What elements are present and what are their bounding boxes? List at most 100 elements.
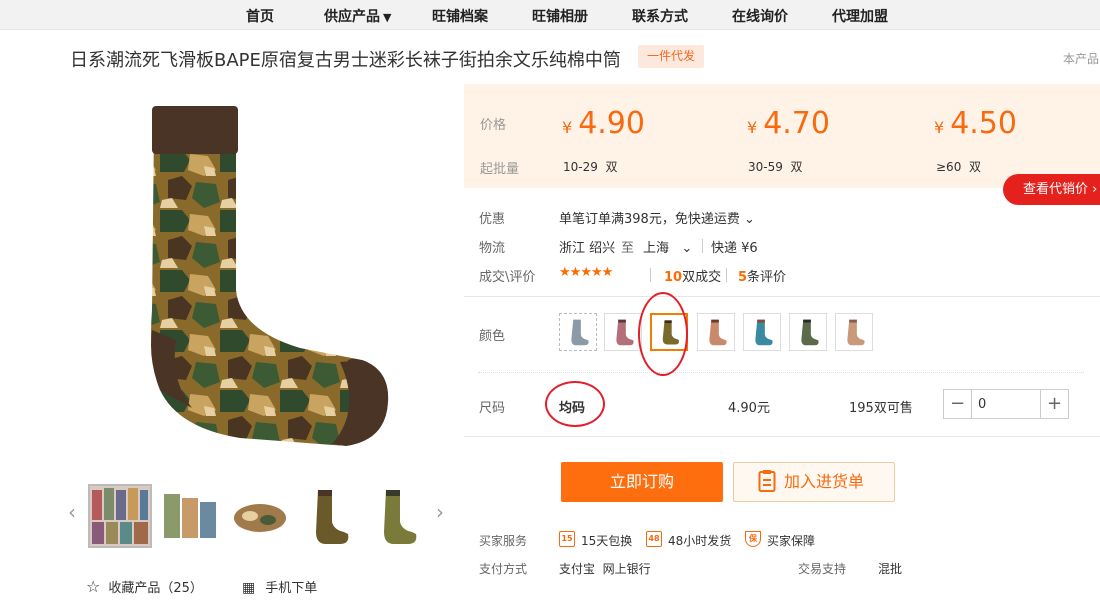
size-price: 4.90元	[728, 401, 770, 416]
color-swatch[interactable]	[697, 313, 735, 351]
star-outline-icon: ☆	[86, 577, 101, 596]
color-swatch[interactable]	[604, 313, 642, 351]
nav-products[interactable]: 供应产品 ▼	[324, 6, 391, 26]
tier-price: ¥4.50	[934, 106, 1017, 141]
gallery-thumbnail[interactable]	[88, 484, 152, 548]
size-label: 尺码	[479, 401, 506, 416]
service-item[interactable]: 48小时发货	[668, 532, 731, 549]
payment-methods: 支付宝 网上银行	[559, 562, 651, 576]
favorite-label: 收藏产品（25）	[108, 581, 203, 596]
tier-qty: ≥60 双	[936, 158, 981, 175]
color-swatch[interactable]	[789, 313, 827, 351]
tier-qty: 30-59 双	[748, 158, 803, 175]
deal-suffix: 双成交	[682, 270, 722, 285]
tier-unit: 双	[790, 160, 803, 174]
nav-shop-profile[interactable]: 旺铺档案	[432, 6, 488, 26]
tier-price: ¥4.90	[562, 106, 645, 141]
gallery-thumbnail[interactable]	[370, 486, 430, 546]
increment-button[interactable]: +	[1040, 390, 1068, 418]
qr-code-icon: ▦	[242, 580, 256, 596]
trade-support-value: 混批	[878, 562, 903, 576]
ship-to-word: 至	[621, 241, 635, 256]
chevron-down-icon: ⌄	[681, 241, 693, 256]
clipboard-icon	[758, 469, 776, 507]
quantity-input[interactable]	[974, 392, 1038, 416]
tier-unit: 双	[968, 160, 981, 174]
gallery-thumbnail[interactable]	[300, 486, 360, 546]
star-icon: ★	[580, 265, 592, 280]
discount-text[interactable]: 单笔订单满398元，免快递运费 ⌄	[559, 208, 755, 227]
ship-from: 浙江 绍兴	[559, 241, 616, 256]
color-swatch[interactable]	[559, 313, 597, 351]
currency-symbol: ¥	[562, 118, 573, 137]
deal-count: 10	[664, 270, 683, 285]
gallery-thumbnail[interactable]	[230, 486, 290, 546]
gallery-thumbnail[interactable]	[160, 486, 220, 546]
color-swatch[interactable]	[835, 313, 873, 351]
tier-price-value: 4.70	[763, 106, 830, 141]
service-item[interactable]: 买家保障	[767, 532, 815, 549]
shipping-label: 物流	[479, 241, 506, 256]
review-count-link[interactable]: 5条评价	[738, 266, 786, 285]
deal-count-link[interactable]: 10双成交	[664, 266, 721, 285]
product-title: 日系潮流死飞滑板BAPE原宿复古男士迷彩长袜子街拍余文乐纯棉中筒	[70, 50, 621, 71]
size-stock: 195双可售	[849, 401, 913, 416]
currency-symbol: ¥	[747, 118, 758, 137]
tier-qty: 10-29 双	[563, 158, 618, 175]
buy-now-button[interactable]: 立即订购	[561, 462, 723, 502]
nav-inquiry[interactable]: 在线询价	[732, 6, 788, 26]
color-label: 颜色	[479, 329, 506, 344]
price-panel: 价格 起批量 ¥4.90 10-29 双 ¥4.70 30-59 双 ¥4.50…	[464, 84, 1100, 188]
review-count: 5	[738, 270, 748, 285]
rating-stars: ★★★★★	[559, 265, 613, 280]
nav-products-label: 供应产品	[324, 9, 380, 25]
exchange-icon: 15	[559, 531, 575, 547]
annotation-circle	[638, 292, 688, 376]
nav-home[interactable]: 首页	[246, 6, 274, 26]
add-to-cart-label: 加入进货单	[784, 472, 865, 491]
divider	[726, 268, 727, 282]
mobile-order-button[interactable]: ▦ 手机下单	[242, 577, 317, 596]
payment-label: 支付方式	[479, 562, 528, 576]
service-item[interactable]: 15天包换	[581, 532, 632, 549]
nav-shop-album[interactable]: 旺铺相册	[532, 6, 588, 26]
ship-to-value: 上海	[643, 241, 670, 256]
buyer-service-label: 买家服务	[479, 534, 528, 548]
tier-price: ¥4.70	[747, 106, 830, 141]
nav-contact[interactable]: 联系方式	[632, 6, 688, 26]
ship-to-select[interactable]: 上海 ⌄	[643, 237, 692, 256]
price-label: 价格	[480, 118, 507, 133]
star-icon: ★	[559, 265, 571, 280]
divider	[464, 436, 1100, 437]
tier-price-value: 4.90	[578, 106, 645, 141]
dropship-badge: 一件代发	[638, 45, 705, 68]
divider	[478, 372, 1084, 373]
decrement-button[interactable]: −	[944, 390, 972, 418]
quantity-stepper: − +	[943, 389, 1069, 419]
view-agent-price-button[interactable]: 查看代销价 ›	[1003, 174, 1100, 205]
tier-unit: 双	[605, 160, 618, 174]
product-main-image[interactable]	[100, 90, 430, 460]
color-swatch[interactable]	[743, 313, 781, 351]
shield-icon: 保	[745, 531, 761, 547]
discount-value: 单笔订单满398元，免快递运费	[559, 212, 740, 227]
favorite-button[interactable]: ☆ 收藏产品（25）	[86, 577, 203, 596]
ship-method: 快递 ¥6	[711, 241, 758, 256]
add-to-cart-button[interactable]: 加入进货单	[733, 462, 895, 502]
tier-range: 10-29	[563, 160, 598, 174]
mobile-order-label: 手机下单	[265, 581, 318, 596]
chevron-down-icon: ⌄	[743, 212, 755, 227]
annotation-circle	[545, 381, 605, 427]
divider	[650, 268, 651, 282]
nav-agency[interactable]: 代理加盟	[832, 6, 888, 26]
chevron-left-icon[interactable]: ‹	[68, 500, 76, 524]
review-suffix: 条评价	[747, 270, 787, 285]
shipping-48h-icon: 48	[646, 531, 662, 547]
top-nav: 首页 供应产品 ▼ 旺铺档案 旺铺相册 联系方式 在线询价 代理加盟	[0, 0, 1100, 30]
star-icon: ★	[590, 265, 603, 280]
deals-label: 成交\评价	[479, 270, 536, 285]
chevron-right-icon[interactable]: ›	[436, 500, 444, 524]
currency-symbol: ¥	[934, 118, 945, 137]
divider	[464, 296, 1100, 297]
min-qty-label: 起批量	[480, 162, 520, 177]
